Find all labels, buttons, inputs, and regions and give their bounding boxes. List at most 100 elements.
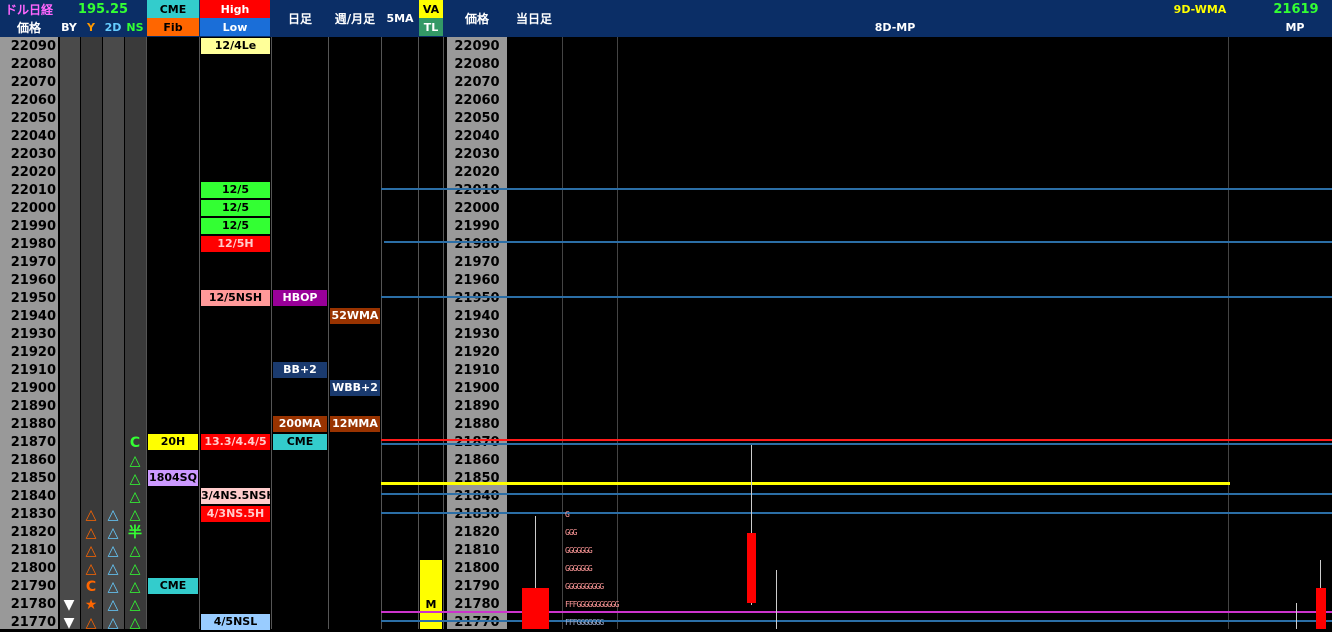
hl-label-4: 12/5 bbox=[201, 218, 270, 234]
mp-row-7: FFFGGGGGGG bbox=[565, 618, 604, 627]
price-cell-2: 22010 bbox=[454, 183, 500, 198]
price-cell-2: 21860 bbox=[454, 453, 500, 468]
weekly-header: 週/月足 bbox=[334, 11, 376, 26]
daily-label-2: BB+2 bbox=[273, 362, 327, 378]
price-cell: 22020 bbox=[10, 165, 56, 180]
price-cell-2: 21770 bbox=[454, 615, 500, 630]
col-ns-header: NS bbox=[126, 20, 144, 34]
grid-line-v3 bbox=[1228, 37, 1229, 629]
level-line-21830 bbox=[381, 512, 1332, 514]
price-cell: 22070 bbox=[10, 75, 56, 90]
grid-line-v1 bbox=[562, 37, 563, 629]
y-tri-4: △ bbox=[85, 561, 97, 577]
low-header: Low bbox=[200, 18, 270, 36]
price-cell: 21880 bbox=[10, 417, 56, 432]
weekly-label-1: 52WMA bbox=[330, 308, 380, 324]
hl-label-9: 4/3NS.5H bbox=[201, 506, 270, 522]
fx-rate: 195.25 bbox=[77, 1, 129, 17]
mp-value: 21619 bbox=[1273, 1, 1319, 17]
price-cell-2: 22090 bbox=[454, 39, 500, 54]
price-cell: 21840 bbox=[10, 489, 56, 504]
hl-label-6: 12/5NSH bbox=[201, 290, 270, 306]
level-line-21950 bbox=[381, 296, 1332, 298]
mp-row-2: GGG bbox=[565, 528, 577, 537]
price-cell-2: 22050 bbox=[454, 111, 500, 126]
cme-sep bbox=[146, 37, 147, 629]
hl-label-10: 4/5NSL bbox=[201, 614, 270, 630]
price-cell: 22030 bbox=[10, 147, 56, 162]
price-cell: 21980 bbox=[10, 237, 56, 252]
ns-tri-8: △ bbox=[129, 597, 141, 613]
wma9-header: 9D-WMA bbox=[1173, 2, 1227, 16]
price-cell-2: 21900 bbox=[454, 381, 500, 396]
price-cell-2: 21850 bbox=[454, 471, 500, 486]
cme-label-2: 1804SQ bbox=[148, 470, 198, 486]
price-cell-2: 21960 bbox=[454, 273, 500, 288]
ns-tri-9: △ bbox=[129, 615, 141, 631]
price-cell: 21930 bbox=[10, 327, 56, 342]
price-cell: 21870 bbox=[10, 435, 56, 450]
high-header: High bbox=[200, 0, 270, 18]
price-cell: 21900 bbox=[10, 381, 56, 396]
by-down-icon-1: ▼ bbox=[63, 597, 75, 613]
col-by-header: BY bbox=[61, 20, 77, 34]
price-cell-2: 21790 bbox=[454, 579, 500, 594]
price-cell-2: 21830 bbox=[454, 507, 500, 522]
fib-header: Fib bbox=[147, 18, 199, 36]
level-line-21980 bbox=[384, 241, 1332, 243]
price-cell: 21990 bbox=[10, 219, 56, 234]
price-cell: 22000 bbox=[10, 201, 56, 216]
mp-row-1: G bbox=[565, 510, 570, 519]
ma5-header: 5MA bbox=[386, 11, 414, 25]
mp8-header: 8D-MP bbox=[874, 20, 916, 34]
va-header: VA bbox=[419, 0, 443, 18]
ns-tri-5: △ bbox=[129, 543, 141, 559]
2d-tri-5: △ bbox=[107, 579, 119, 595]
price-cell: 22060 bbox=[10, 93, 56, 108]
hl-label-7: 13.3/4.4/5 bbox=[201, 434, 270, 450]
cme-header: CME bbox=[147, 0, 199, 18]
daily-header: 日足 bbox=[287, 11, 312, 26]
candle-3-wick bbox=[776, 570, 777, 629]
price-cell: 22090 bbox=[10, 39, 56, 54]
y-tri-2: △ bbox=[85, 525, 97, 541]
daily-label-1: HBOP bbox=[273, 290, 327, 306]
level-line-21850-yellow bbox=[381, 482, 1230, 485]
2d-tri-7: △ bbox=[107, 615, 119, 631]
price-cell: 21960 bbox=[10, 273, 56, 288]
level-line-21870-blue bbox=[381, 443, 1332, 445]
col-2d-header: 2D bbox=[104, 20, 122, 34]
ns-tri-4: △ bbox=[129, 507, 141, 523]
hl-label-2: 12/5 bbox=[201, 182, 270, 198]
level-line-21870-red bbox=[381, 439, 1332, 441]
price-cell: 21790 bbox=[10, 579, 56, 594]
hl-label-5: 12/5H bbox=[201, 236, 270, 252]
daily-sep bbox=[271, 37, 272, 629]
price-cell-2: 21810 bbox=[454, 543, 500, 558]
price-cell-2: 22080 bbox=[454, 57, 500, 72]
price-cell: 21860 bbox=[10, 453, 56, 468]
price-cell-2: 22040 bbox=[454, 129, 500, 144]
2d-tri-3: △ bbox=[107, 543, 119, 559]
price-cell-2: 21920 bbox=[454, 345, 500, 360]
price-cell: 21910 bbox=[10, 363, 56, 378]
weekly-label-2: WBB+2 bbox=[330, 380, 380, 396]
mp-row-5: GGGGGGGGGG bbox=[565, 582, 604, 591]
2d-tri-4: △ bbox=[107, 561, 119, 577]
ns-tri-6: △ bbox=[129, 561, 141, 577]
price-cell-2: 22000 bbox=[454, 201, 500, 216]
tl-header: TL bbox=[419, 18, 443, 36]
price-cell: 21850 bbox=[10, 471, 56, 486]
daily-label-4: CME bbox=[273, 434, 327, 450]
price-cell-2: 21910 bbox=[454, 363, 500, 378]
ns-c-marker: C bbox=[129, 435, 141, 451]
price-header: 価格 bbox=[16, 20, 41, 35]
candle-5-body bbox=[1316, 588, 1326, 629]
price-cell: 21890 bbox=[10, 399, 56, 414]
price-cell-2: 21890 bbox=[454, 399, 500, 414]
2d-tri-1: △ bbox=[107, 507, 119, 523]
price-cell-2: 21940 bbox=[454, 309, 500, 324]
price-cell: 22010 bbox=[10, 183, 56, 198]
grid-line-v2 bbox=[617, 37, 618, 629]
weekly-label-3: 12MMA bbox=[330, 416, 380, 432]
